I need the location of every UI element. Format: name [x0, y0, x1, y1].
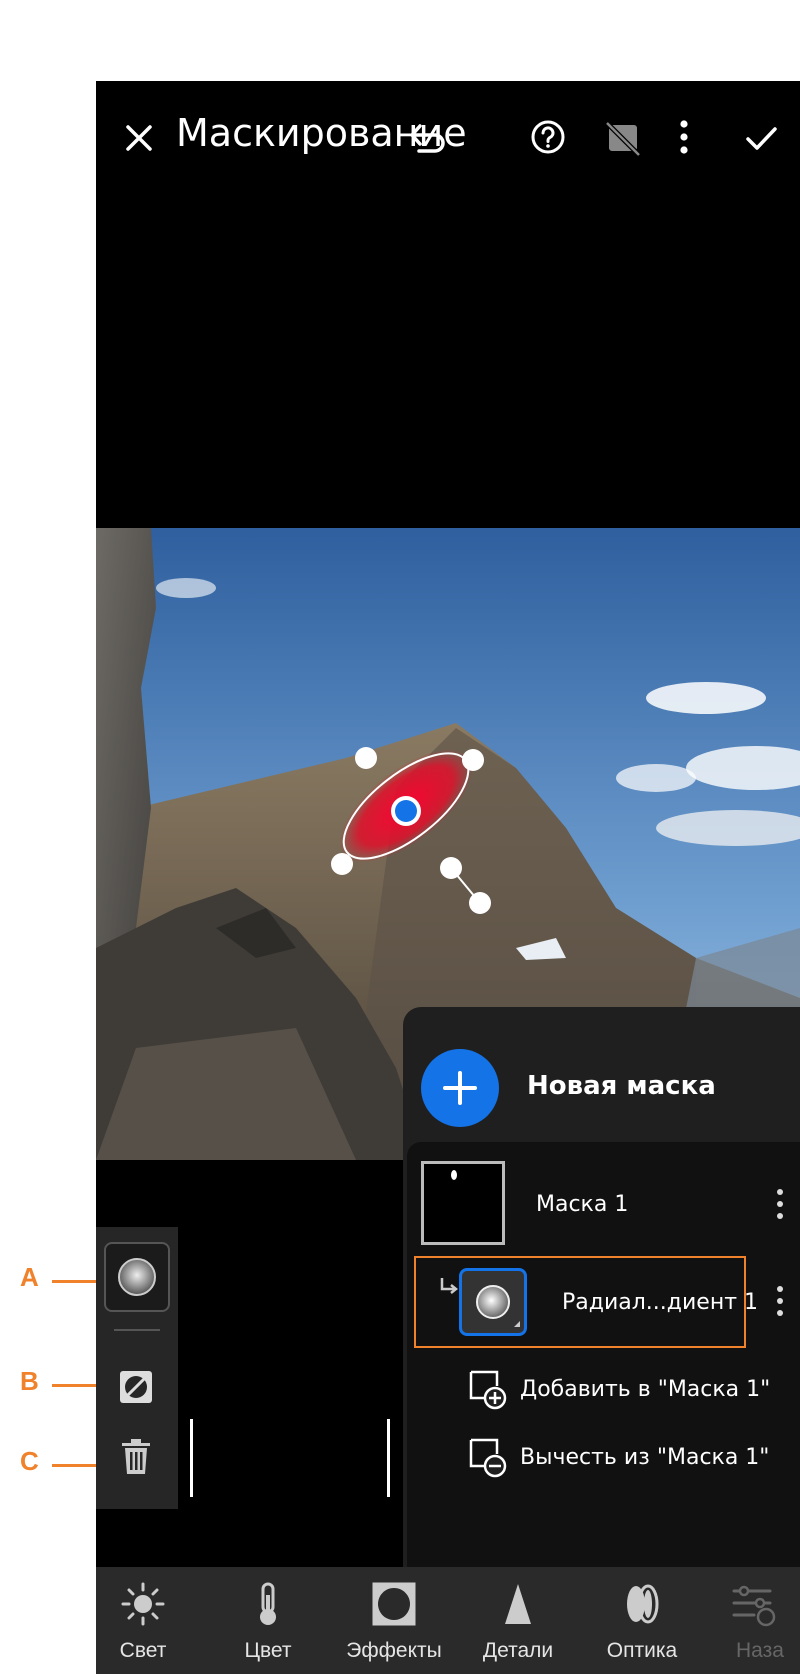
vignette-icon: [372, 1582, 416, 1626]
invert-mask-button[interactable]: [116, 1367, 156, 1407]
tool-back-label: Наза: [736, 1639, 784, 1662]
mask-overlay-toggle-icon: [605, 121, 641, 157]
add-to-mask-icon: [469, 1370, 507, 1410]
help-icon: [531, 120, 565, 154]
triangle-icon: [505, 1584, 531, 1624]
checkmark-icon: [746, 127, 777, 150]
bottom-toolbar: Свет Цвет Эффекты Детали Оптика Наза: [96, 1567, 800, 1674]
thermometer-icon: [260, 1582, 276, 1625]
invert-icon: [120, 1371, 152, 1403]
subtract-from-mask-label: Вычесть из "Маска 1": [520, 1445, 770, 1470]
slider-marker-left: [190, 1419, 193, 1497]
radial-gradient-thumbnail: [459, 1268, 527, 1336]
tools-divider: [114, 1329, 160, 1331]
subtract-from-mask-button[interactable]: Вычесть из "Маска 1": [468, 1437, 770, 1483]
more-vertical-icon: [777, 1189, 783, 1219]
plus-icon: [443, 1071, 477, 1105]
tool-details-label: Детали: [482, 1639, 554, 1662]
annotation-c-letter: C: [20, 1446, 39, 1476]
tool-effects-label: Эффекты: [346, 1639, 442, 1662]
mask-1-more-button[interactable]: [775, 1187, 785, 1221]
masks-panel: Новая маска Маска 1 Радиал...диент 1 Доб…: [403, 1007, 800, 1590]
more-options-button[interactable]: [674, 115, 694, 159]
radial-gradient-icon: [476, 1285, 520, 1327]
add-to-mask-button[interactable]: Добавить в "Маска 1": [468, 1369, 771, 1415]
lens-icon: [627, 1584, 659, 1624]
component-tools: [96, 1227, 178, 1509]
radial-gradient-tool-button[interactable]: [104, 1242, 170, 1312]
radial-gradient-icon: [118, 1258, 156, 1296]
undo-icon: [410, 124, 445, 153]
new-mask-label[interactable]: Новая маска: [527, 1071, 716, 1101]
tool-effects[interactable]: Эффекты: [334, 1567, 454, 1674]
app-screen: Маскирование Новая маска Маска 1 Радиал.…: [96, 81, 800, 1674]
done-button[interactable]: [740, 117, 782, 159]
sun-icon: [121, 1582, 165, 1626]
tool-back[interactable]: Наза: [706, 1567, 800, 1674]
new-mask-button[interactable]: [421, 1049, 499, 1127]
sliders-back-icon: [732, 1585, 776, 1627]
add-to-mask-label: Добавить в "Маска 1": [520, 1377, 771, 1402]
mask-1-thumbnail[interactable]: [421, 1161, 505, 1245]
component-more-button[interactable]: [775, 1284, 785, 1318]
delete-component-button[interactable]: [118, 1437, 154, 1477]
tool-optics-label: Оптика: [606, 1639, 678, 1662]
close-icon: [126, 125, 152, 151]
tool-light[interactable]: Свет: [96, 1567, 203, 1674]
undo-button[interactable]: [401, 113, 451, 163]
more-vertical-icon: [680, 120, 688, 154]
subtract-from-mask-icon: [469, 1438, 507, 1478]
mask-thumbnail-image: [451, 1170, 457, 1180]
slider-marker-right: [387, 1419, 390, 1497]
tool-details[interactable]: Детали: [458, 1567, 578, 1674]
radial-gradient-component-row[interactable]: Радиал...диент 1: [414, 1256, 758, 1348]
child-arrow-icon: [440, 1278, 459, 1294]
tool-optics[interactable]: Оптика: [582, 1567, 702, 1674]
trash-icon: [122, 1439, 150, 1474]
help-button[interactable]: [528, 117, 568, 157]
more-vertical-icon: [777, 1286, 783, 1316]
annotation-a-letter: A: [20, 1262, 39, 1292]
tool-light-label: Свет: [119, 1639, 167, 1662]
annotation-b-letter: B: [20, 1366, 39, 1396]
top-bar: Маскирование: [96, 81, 800, 191]
tool-color-label: Цвет: [244, 1639, 292, 1662]
component-name: Радиал...диент 1: [562, 1290, 759, 1315]
mask-overlay-toggle[interactable]: [601, 115, 645, 159]
close-button[interactable]: [118, 117, 162, 161]
tool-color[interactable]: Цвет: [208, 1567, 328, 1674]
mask-1-name[interactable]: Маска 1: [536, 1192, 628, 1217]
